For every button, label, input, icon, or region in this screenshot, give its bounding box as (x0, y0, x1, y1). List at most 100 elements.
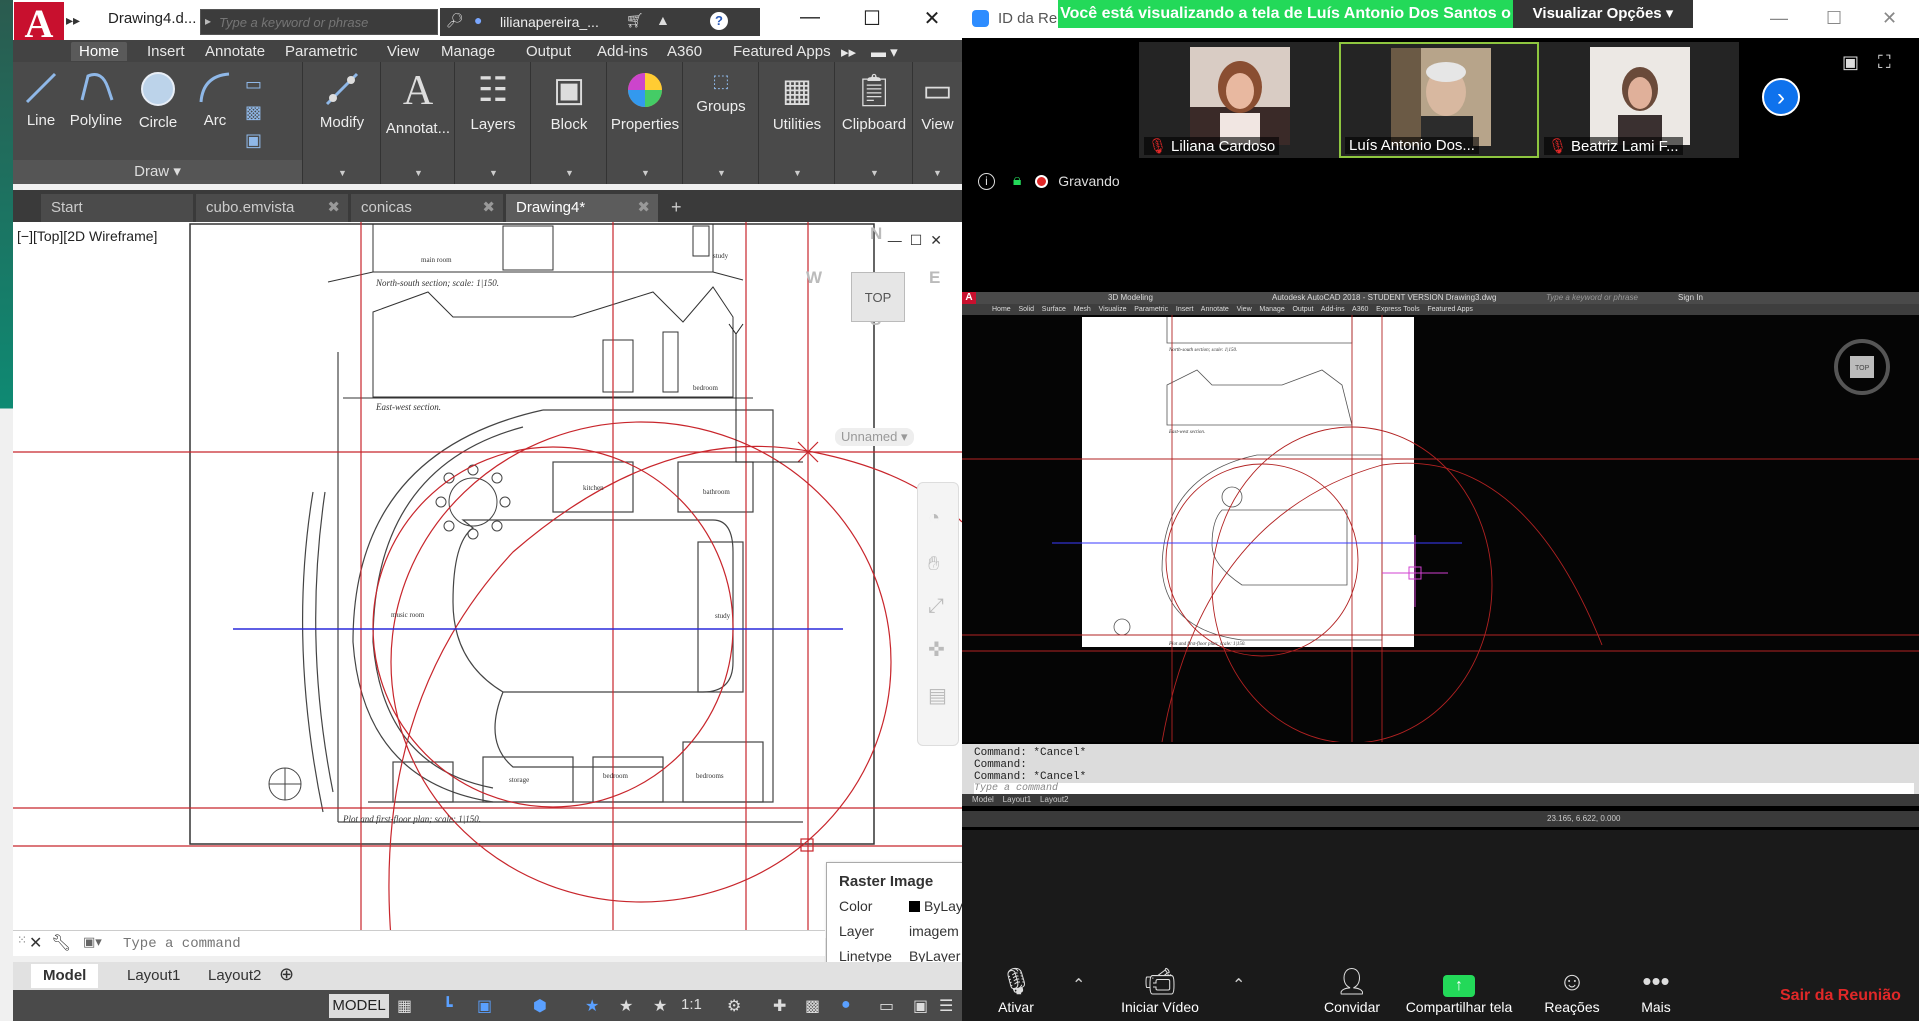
info-icon[interactable]: i (978, 172, 995, 190)
utilities-panel[interactable]: ▦ Utilities ▼ (759, 62, 835, 184)
view-panel[interactable]: ▭ View ▼ (913, 62, 962, 184)
grip-icon[interactable]: ⁙ (17, 933, 27, 947)
plus-icon[interactable]: ✚ (773, 996, 786, 1016)
view-button[interactable]: ▭ View (913, 70, 962, 133)
tab-featured-apps[interactable]: Featured Apps (725, 42, 839, 61)
start-video-button[interactable]: 📹︎ Iniciar Vídeo (1110, 965, 1210, 1015)
viewcube-top[interactable]: TOP (851, 272, 905, 322)
properties-button[interactable]: Properties (609, 70, 681, 133)
compass-west[interactable]: W (806, 268, 822, 288)
quick-access-more-icon[interactable]: ▸▸ (66, 12, 80, 29)
model-space-button[interactable]: MODEL (329, 994, 389, 1018)
modify-button[interactable]: Modify (309, 70, 375, 131)
layers-panel[interactable]: ☷ Layers ▼ (455, 62, 531, 184)
gear-icon[interactable]: ⚙ (727, 996, 741, 1016)
caret-down-icon[interactable]: ▼ (338, 168, 347, 178)
scale-select[interactable]: 1:1 (681, 996, 702, 1013)
maximize-icon[interactable]: ☐ (857, 6, 887, 31)
annotation-panel[interactable]: A Annotat... ▼ (381, 62, 455, 184)
line-button[interactable]: Line (21, 70, 61, 129)
groups-button[interactable]: ⬚ Groups (687, 70, 755, 115)
annotation-scale-icon[interactable]: ★ (585, 996, 599, 1016)
tab-home[interactable]: Home (71, 42, 128, 61)
caret-down-icon[interactable]: ▼ (717, 168, 726, 178)
close-tab-icon[interactable]: ✖ (482, 198, 495, 216)
draw-panel-label[interactable]: Draw ▾ (13, 160, 302, 184)
reactions-button[interactable]: ☺ Reações (1532, 965, 1612, 1015)
ribbon-options-icon[interactable]: ▬ ▾ (863, 42, 906, 62)
layout-tab-model[interactable]: Model (31, 964, 99, 988)
tab-parametric[interactable]: Parametric (277, 42, 366, 61)
isometric-icon[interactable]: ⬢ (533, 996, 547, 1016)
leave-meeting-button[interactable]: Sair da Reunião (1780, 987, 1901, 1005)
navigation-bar[interactable]: ◔ ✋︎ ⤢ ✜ ▤ (917, 482, 959, 746)
command-input[interactable] (123, 935, 723, 953)
fullscreen-icon[interactable]: ⛶ (1878, 52, 1891, 73)
chevron-up-icon[interactable]: ⌃ (1232, 975, 1245, 995)
zoom-extents-icon[interactable]: ⤢ (928, 595, 944, 618)
close-icon[interactable]: ✕ (917, 6, 947, 31)
close-tab-icon[interactable]: ✖ (637, 198, 650, 216)
hardware-acceleration-icon[interactable]: ● (841, 996, 851, 1014)
doc-tab-drawing4[interactable]: Drawing4* ✖ (506, 194, 658, 222)
compass-north[interactable]: N (870, 224, 882, 244)
tab-manage[interactable]: Manage (433, 42, 503, 61)
close-tab-icon[interactable]: ✖ (327, 198, 340, 216)
tab-a360[interactable]: A360 (659, 42, 710, 61)
properties-panel[interactable]: Properties ▼ (607, 62, 683, 184)
cart-icon[interactable]: 🛒︎ (626, 12, 644, 29)
tab-add-ins[interactable]: Add-ins (589, 42, 656, 61)
tab-insert[interactable]: Insert (139, 42, 193, 61)
close-icon[interactable]: ✕ (1882, 8, 1897, 29)
invite-button[interactable]: 👤︎ Convidar (1312, 965, 1392, 1015)
participant-tile-active[interactable]: Luís Antonio Dos... (1339, 42, 1539, 158)
caret-down-icon[interactable]: ▼ (641, 168, 650, 178)
user-icon[interactable]: ● (474, 12, 482, 28)
user-name[interactable]: lilianapereira_... (500, 14, 599, 30)
customize-icon[interactable]: 🔧︎ (51, 933, 71, 953)
lock-icon[interactable]: 🔒︎ (1013, 172, 1022, 190)
ortho-icon[interactable]: ▣ (477, 996, 492, 1016)
next-page-button[interactable]: › (1762, 78, 1800, 116)
share-screen-button[interactable]: ↑ Compartilhar tela (1394, 965, 1524, 1015)
polyline-button[interactable]: Polyline (65, 70, 127, 129)
help-icon[interactable]: ? (710, 12, 728, 30)
showmotion-icon[interactable]: ▤ (928, 683, 947, 708)
groups-panel[interactable]: ⬚ Groups ▼ (683, 62, 759, 184)
doc-tab-start[interactable]: Start (41, 194, 193, 222)
tab-output[interactable]: Output (518, 42, 579, 61)
view-options-menu[interactable]: Visualizar Opções ▾ (1513, 0, 1693, 28)
participant-tile[interactable]: 🎙︎ Liliana Cardoso (1139, 42, 1339, 158)
pan-icon[interactable]: ✋︎ (928, 553, 939, 576)
orbit-icon[interactable]: ✜ (928, 637, 945, 662)
layers-button[interactable]: ☷ Layers (459, 70, 527, 133)
block-panel[interactable]: ▣ Block ▼ (531, 62, 607, 184)
more-button[interactable]: ••• Mais (1620, 965, 1692, 1015)
clipboard-panel[interactable]: 📋︎ Clipboard ▼ (835, 62, 913, 184)
add-layout-button[interactable]: ⊕ (271, 964, 302, 988)
doc-tab-conicas[interactable]: conicas ✖ (351, 194, 503, 222)
fullscreen-icon[interactable]: ▣ (913, 996, 928, 1016)
caret-down-icon[interactable]: ▼ (489, 168, 498, 178)
unmute-button[interactable]: 🎙︎ Ativar (984, 965, 1048, 1015)
caret-down-icon[interactable]: ▼ (565, 168, 574, 178)
annotation-visibility-icon[interactable]: ★ (619, 996, 633, 1016)
maximize-icon[interactable]: ☐ (1826, 8, 1842, 29)
a360-icon[interactable]: ▲ (656, 12, 670, 28)
boundary-icon[interactable]: ▣ (245, 130, 262, 151)
arc-button[interactable]: Arc (193, 70, 237, 129)
caret-down-icon[interactable]: ▼ (933, 168, 942, 178)
block-button[interactable]: ▣ Block (535, 70, 603, 133)
close-icon[interactable]: ✕ (29, 933, 42, 953)
hatch-icon[interactable]: ▩ (245, 102, 262, 123)
utilities-button[interactable]: ▦ Utilities (763, 70, 831, 133)
grid-icon[interactable]: ▦ (397, 996, 412, 1016)
circle-button[interactable]: Circle (133, 70, 183, 131)
more-tabs-icon[interactable]: ▸▸ (833, 42, 864, 62)
doc-tab-cubo[interactable]: cubo.emvista ✖ (196, 194, 348, 222)
binoculars-icon[interactable]: 🔎︎ (446, 12, 464, 29)
compass-east[interactable]: E (929, 268, 940, 288)
steering-wheel-icon[interactable]: ◔ (928, 507, 940, 530)
caret-down-icon[interactable]: ▼ (870, 168, 879, 178)
chevron-up-icon[interactable]: ⌃ (1072, 975, 1085, 995)
